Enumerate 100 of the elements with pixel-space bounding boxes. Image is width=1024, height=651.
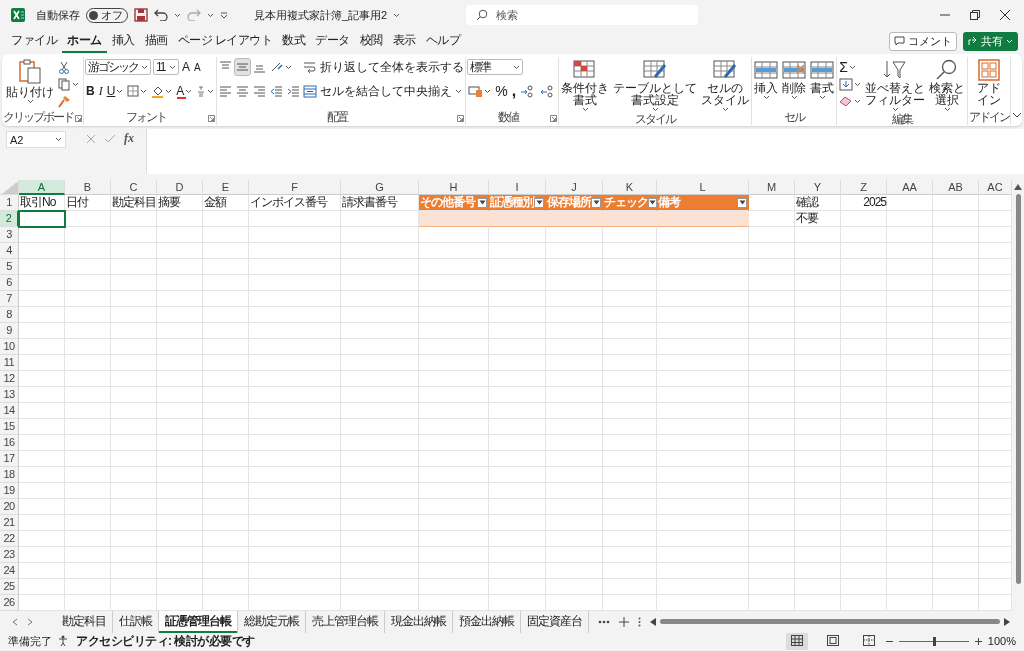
ribbon-button[interactable]: I bbox=[97, 83, 104, 99]
column-header[interactable]: L bbox=[657, 180, 749, 195]
ribbon-button[interactable]: 検索と 選択 bbox=[928, 59, 967, 112]
insert-function-button[interactable]: fx bbox=[124, 131, 134, 146]
menu-tab[interactable]: ファイル bbox=[6, 29, 62, 53]
row-header[interactable]: 5 bbox=[0, 259, 19, 275]
row-header[interactable]: 3 bbox=[0, 227, 19, 243]
row-header[interactable]: 16 bbox=[0, 435, 19, 451]
column-header[interactable]: C bbox=[111, 180, 157, 195]
sheet-tab[interactable]: 売上管理台帳 bbox=[306, 610, 385, 633]
row-header[interactable]: 1 bbox=[0, 195, 19, 211]
ribbon-button[interactable]: 書式 bbox=[809, 59, 836, 100]
ribbon-button[interactable]: Σ bbox=[838, 59, 857, 75]
ribbon-button[interactable]: 並べ替えと フィルター bbox=[864, 59, 927, 112]
sheet-tab[interactable]: 総勘定元帳 bbox=[238, 610, 306, 633]
ribbon-button[interactable]: % bbox=[494, 83, 509, 99]
row-header[interactable]: 7 bbox=[0, 291, 19, 307]
column-header[interactable]: J bbox=[546, 180, 603, 195]
group-label: スタイル bbox=[635, 111, 676, 126]
row-header[interactable]: 6 bbox=[0, 275, 19, 291]
column-header[interactable]: I bbox=[489, 180, 546, 195]
sheet-tab[interactable]: 現金出納帳 bbox=[385, 610, 453, 633]
menu-tab[interactable]: 校閲 bbox=[354, 29, 388, 53]
ribbon-button[interactable]: テーブルとして 書式設定 bbox=[612, 59, 699, 112]
sheet-tab[interactable]: 預金出納帳 bbox=[453, 610, 521, 633]
row-header[interactable]: 13 bbox=[0, 387, 19, 403]
row-header[interactable]: 8 bbox=[0, 307, 19, 323]
row-header[interactable]: 20 bbox=[0, 499, 19, 515]
menu-tab[interactable]: 挿入 bbox=[106, 29, 140, 53]
row-header[interactable]: 26 bbox=[0, 595, 19, 611]
row-header[interactable]: 15 bbox=[0, 419, 19, 435]
row-header[interactable]: 21 bbox=[0, 515, 19, 531]
comments-button[interactable]: コメント bbox=[889, 31, 957, 51]
column-header[interactable]: K bbox=[603, 180, 657, 195]
column-header[interactable]: F bbox=[249, 180, 341, 195]
menu-tab[interactable]: ヘルプ bbox=[420, 29, 466, 53]
zoom-level[interactable]: 100% bbox=[987, 635, 1016, 647]
row-header[interactable]: 25 bbox=[0, 579, 19, 595]
menu-tab[interactable]: ホーム bbox=[62, 29, 107, 53]
menu-tab[interactable]: 描画 bbox=[139, 29, 173, 53]
ribbon-button[interactable]: セルを結合して中央揃え bbox=[303, 83, 463, 99]
cell-text: 日付 bbox=[66, 195, 88, 209]
column-header[interactable]: Z bbox=[841, 180, 887, 195]
ribbon-button[interactable]: B bbox=[85, 83, 96, 99]
column-header[interactable]: E bbox=[203, 180, 249, 195]
ribbon-button[interactable]: 削除 bbox=[781, 59, 808, 100]
column-header[interactable]: A bbox=[19, 180, 65, 195]
ribbon-button[interactable]: , bbox=[510, 83, 518, 99]
cell-text: 摘要 bbox=[158, 195, 180, 209]
ribbon-button[interactable]: 挿入 bbox=[753, 59, 780, 100]
column-title: その他番号 bbox=[420, 195, 475, 210]
ribbon-button[interactable]: アド イン bbox=[976, 59, 1003, 106]
ribbon-button[interactable]: U bbox=[105, 83, 125, 99]
column-header[interactable]: B bbox=[65, 180, 111, 195]
cell-text: 2025 bbox=[863, 195, 886, 209]
menu-tab[interactable]: データ bbox=[310, 29, 355, 53]
row-header[interactable]: 4 bbox=[0, 243, 19, 259]
dropdown-field[interactable]: 11 bbox=[153, 59, 179, 75]
name-box[interactable]: A2 bbox=[6, 131, 66, 148]
row-header[interactable]: 24 bbox=[0, 563, 19, 579]
dropdown-field[interactable]: 標準 bbox=[467, 59, 524, 75]
column-header[interactable]: M bbox=[749, 180, 795, 195]
column-header[interactable]: AB bbox=[933, 180, 979, 195]
row-header[interactable]: 18 bbox=[0, 467, 19, 483]
row-header[interactable]: 23 bbox=[0, 547, 19, 563]
column-header[interactable]: AC bbox=[979, 180, 1012, 195]
row-header[interactable]: 12 bbox=[0, 371, 19, 387]
column-header[interactable]: G bbox=[341, 180, 419, 195]
menu-tab[interactable]: ページ レイアウト bbox=[172, 29, 278, 53]
ribbon-button[interactable]: 貼り付け bbox=[5, 59, 55, 104]
ribbon-button[interactable]: 条件付き 書式 bbox=[560, 59, 611, 112]
ribbon-button[interactable]: セルの スタイル bbox=[700, 59, 751, 112]
sheet-tab[interactable]: 固定資産台 bbox=[521, 610, 589, 633]
sheet-tab[interactable]: 勘定科目 bbox=[56, 610, 113, 633]
row-header[interactable]: 14 bbox=[0, 403, 19, 419]
group-label: 配置 bbox=[326, 109, 347, 126]
sheet-tab[interactable]: 証憑管理台帳 bbox=[159, 610, 238, 633]
row-header[interactable]: 10 bbox=[0, 339, 19, 355]
column-header[interactable]: H bbox=[419, 180, 489, 195]
ribbon-button[interactable]: A bbox=[193, 59, 202, 75]
search-field[interactable]: 検索 bbox=[466, 5, 699, 25]
row-header[interactable]: 19 bbox=[0, 483, 19, 499]
ribbon-button[interactable]: 折り返して全体を表示する bbox=[303, 59, 465, 75]
row-header[interactable]: 22 bbox=[0, 531, 19, 547]
ribbon-button[interactable]: A bbox=[175, 83, 194, 99]
column-title: 保存場所 bbox=[547, 195, 591, 210]
row-header[interactable]: 17 bbox=[0, 451, 19, 467]
menu-tab[interactable]: 表示 bbox=[387, 29, 421, 53]
column-header[interactable]: AA bbox=[887, 180, 933, 195]
dropdown-field[interactable]: 游ゴシック bbox=[85, 59, 151, 75]
row-header[interactable]: 9 bbox=[0, 323, 19, 339]
cell-text: インボイス番号 bbox=[250, 195, 327, 209]
column-header[interactable]: D bbox=[157, 180, 203, 195]
column-header[interactable]: Y bbox=[795, 180, 841, 195]
document-title[interactable]: 見本用複式家計簿_記事用2 bbox=[254, 7, 388, 23]
accessibility-status[interactable]: アクセシビリティ: 検討が必要です bbox=[76, 632, 255, 650]
menu-tab[interactable]: 数式 bbox=[277, 29, 311, 53]
ribbon-button[interactable]: A bbox=[181, 59, 191, 75]
share-button[interactable]: 共有 bbox=[963, 31, 1018, 51]
row-header[interactable]: 11 bbox=[0, 355, 19, 371]
